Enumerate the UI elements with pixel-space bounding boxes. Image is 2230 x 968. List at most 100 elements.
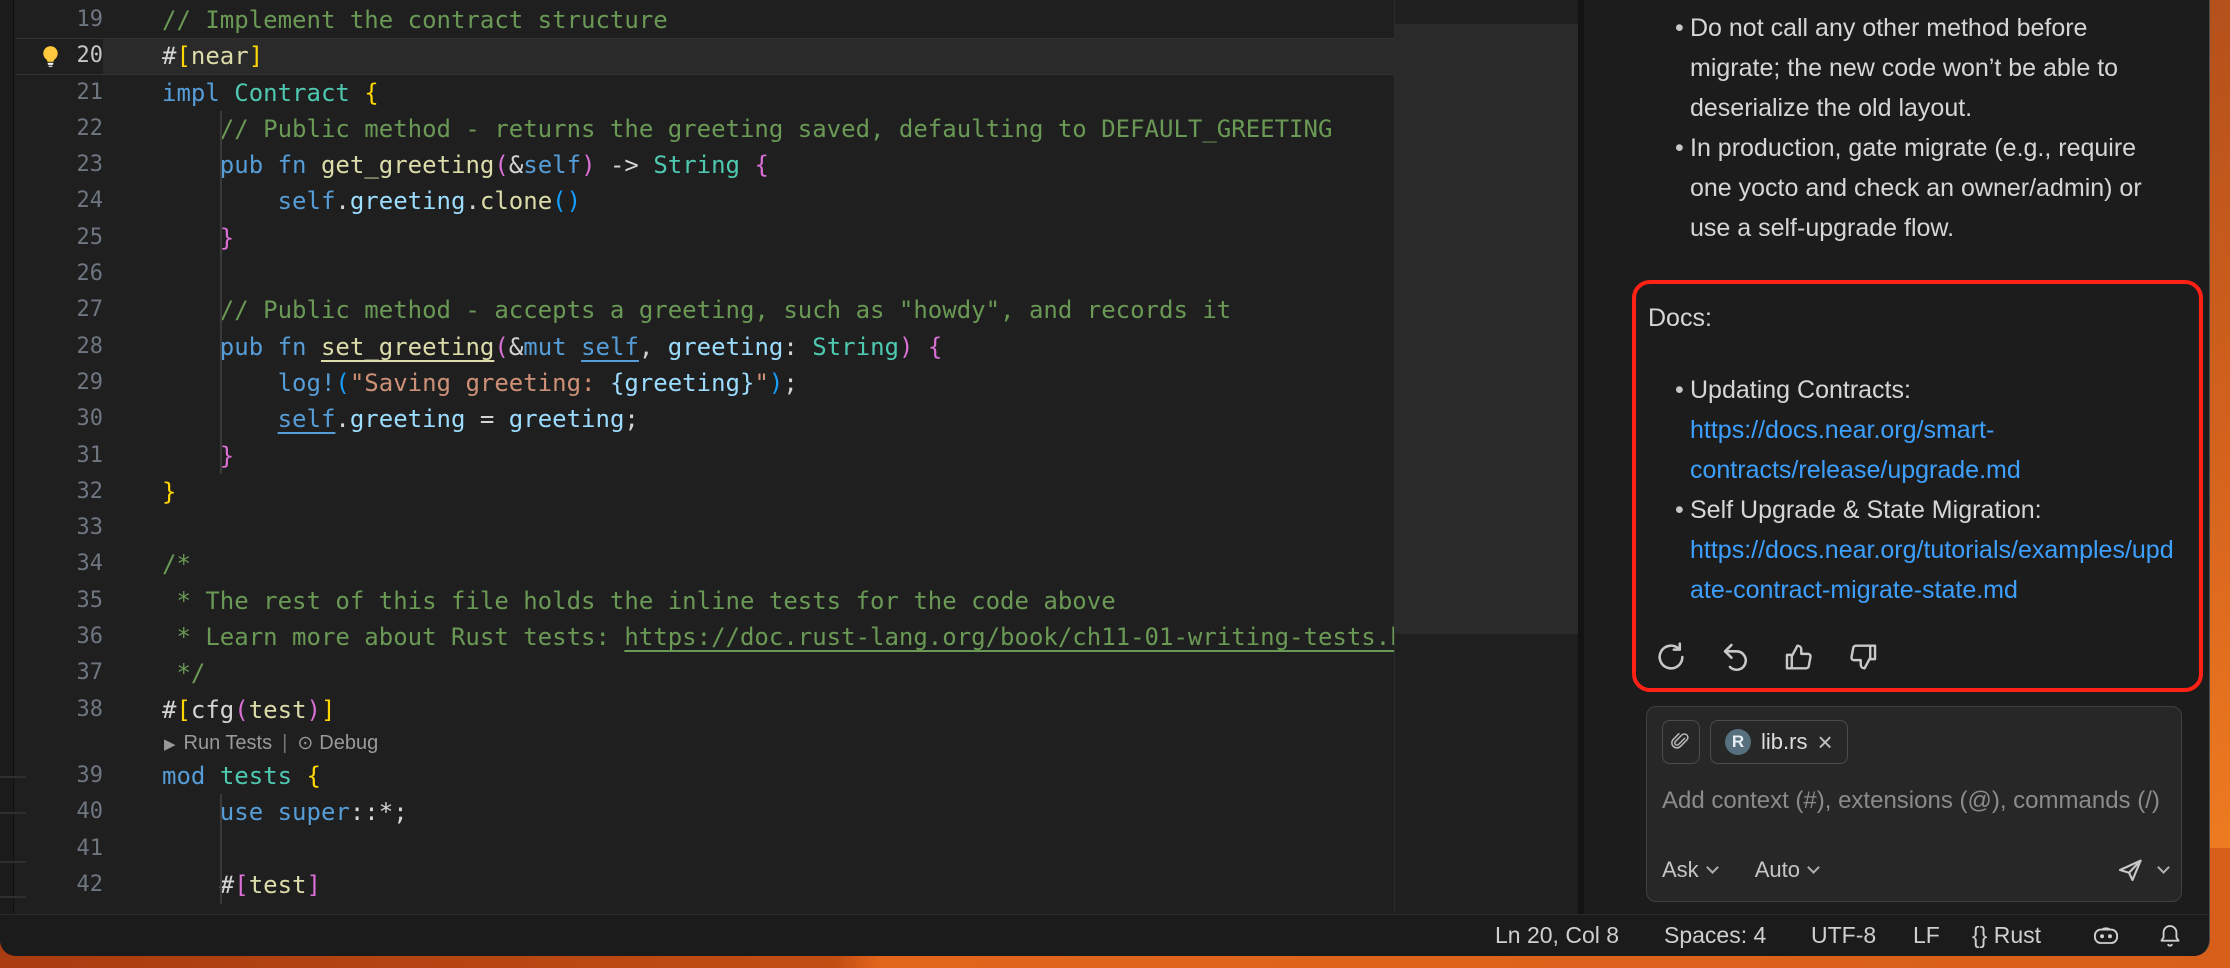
- code-text: }: [103, 220, 1394, 256]
- lightbulb-icon[interactable]: [38, 44, 63, 69]
- chat-bullet: In production, gate migrate (e.g., requi…: [1634, 128, 2164, 248]
- code-line[interactable]: 21impl Contract {: [16, 75, 1394, 111]
- response-actions: [1654, 640, 1880, 674]
- indent-guide: [220, 111, 222, 474]
- line-number: 30: [16, 401, 103, 437]
- cursor-position[interactable]: Ln 20, Col 8: [1495, 915, 1619, 956]
- copilot-icon[interactable]: [2092, 922, 2120, 950]
- codelens-row: ▶ Run Tests | ⊙ Debug: [16, 728, 1394, 758]
- line-number: 35: [16, 583, 103, 619]
- code-text: use super::*;: [103, 794, 1394, 830]
- context-chip-lib-rs[interactable]: R lib.rs ×: [1710, 720, 1848, 764]
- language-mode[interactable]: {} Rust: [1972, 915, 2041, 956]
- line-number: 42: [16, 867, 103, 903]
- chevron-down-icon: [1706, 861, 1719, 874]
- send-options-chevron[interactable]: [2157, 861, 2170, 874]
- chat-bullet-list: Do not call any other method before migr…: [1634, 8, 2164, 248]
- bell-icon[interactable]: [2156, 922, 2184, 950]
- line-number: 31: [16, 438, 103, 474]
- regenerate-icon[interactable]: [1654, 640, 1688, 674]
- red-annotation-box: Docs: Updating Contracts: https://docs.n…: [1632, 280, 2203, 692]
- run-icon[interactable]: ▶: [164, 736, 176, 753]
- line-number: 22: [16, 111, 103, 147]
- code-line[interactable]: 29 log!("Saving greeting: {greeting}");: [16, 365, 1394, 401]
- chat-bullet: Do not call any other method before migr…: [1634, 8, 2164, 128]
- docs-link[interactable]: https://docs.near.org/smart-contracts/re…: [1690, 416, 2021, 484]
- indentation[interactable]: Spaces: 4: [1664, 915, 1766, 956]
- minimap[interactable]: [1394, 0, 1578, 914]
- send-button[interactable]: [2115, 855, 2145, 885]
- minimap-slider[interactable]: [1395, 24, 1578, 634]
- code-line[interactable]: 28 pub fn set_greeting(&mut self, greeti…: [16, 329, 1394, 365]
- rust-icon: R: [1725, 729, 1751, 755]
- thumbs-down-icon[interactable]: [1846, 640, 1880, 674]
- mode-dropdown[interactable]: Ask: [1662, 850, 1717, 890]
- line-number: 24: [16, 183, 103, 219]
- code-line[interactable]: 26: [16, 256, 1394, 292]
- debug-link[interactable]: Debug: [319, 732, 378, 754]
- code-line[interactable]: 25 }: [16, 220, 1394, 256]
- code-line[interactable]: 24 self.greeting.clone(): [16, 183, 1394, 219]
- undo-icon[interactable]: [1718, 640, 1752, 674]
- code-line[interactable]: 32}: [16, 474, 1394, 510]
- docs-label: Updating Contracts:: [1690, 376, 1911, 404]
- eol-sequence[interactable]: LF: [1913, 915, 1940, 956]
- line-number: 41: [16, 831, 103, 867]
- line-number: 33: [16, 510, 103, 546]
- chip-filename: lib.rs: [1761, 722, 1807, 762]
- chat-input-box[interactable]: R lib.rs × Add context (#), extensions (…: [1646, 706, 2182, 902]
- model-label: Auto: [1755, 850, 1800, 890]
- vscode-window: 19// Implement the contract structure20#…: [0, 0, 2210, 956]
- code-line[interactable]: 38#[cfg(test)]: [16, 692, 1394, 728]
- code-text: * Learn more about Rust tests: https://d…: [103, 619, 1394, 655]
- line-number: 37: [16, 655, 103, 691]
- line-number: 23: [16, 147, 103, 183]
- code-line[interactable]: 42 #[test]: [16, 867, 1394, 903]
- code-line[interactable]: 20#[near]: [16, 38, 1394, 74]
- code-line[interactable]: 30 self.greeting = greeting;: [16, 401, 1394, 437]
- code-line[interactable]: 19// Implement the contract structure: [16, 2, 1394, 38]
- code-line[interactable]: 31 }: [16, 438, 1394, 474]
- code-line[interactable]: 37 */: [16, 655, 1394, 691]
- encoding[interactable]: UTF-8: [1811, 915, 1876, 956]
- code-text: }: [103, 474, 1394, 510]
- docs-link-list: Updating Contracts: https://docs.near.or…: [1648, 370, 2187, 610]
- code-line[interactable]: 40 use super::*;: [16, 794, 1394, 830]
- code-line[interactable]: 33: [16, 510, 1394, 546]
- left-edge-panel: [0, 0, 14, 914]
- code-line[interactable]: 22 // Public method - returns the greeti…: [16, 111, 1394, 147]
- thumbs-up-icon[interactable]: [1782, 640, 1816, 674]
- chevron-down-icon: [1807, 861, 1820, 874]
- code-line[interactable]: 34/*: [16, 546, 1394, 582]
- close-icon[interactable]: ×: [1817, 729, 1832, 755]
- model-dropdown[interactable]: Auto: [1755, 850, 1818, 890]
- code-editor[interactable]: 19// Implement the contract structure20#…: [16, 0, 1394, 914]
- code-text: #[test]: [103, 867, 1394, 903]
- line-number: 40: [16, 794, 103, 830]
- code-line[interactable]: 39mod tests {: [16, 758, 1394, 794]
- code-line[interactable]: 36 * Learn more about Rust tests: https:…: [16, 619, 1394, 655]
- code-text: pub fn set_greeting(&mut self, greeting:…: [103, 329, 1394, 365]
- code-line[interactable]: 35 * The rest of this file holds the inl…: [16, 583, 1394, 619]
- code-link[interactable]: https://doc.rust-lang.org/book/ch11-01-w…: [624, 623, 1394, 651]
- code-text: // Public method - returns the greeting …: [103, 111, 1394, 147]
- attach-context-button[interactable]: [1662, 720, 1700, 764]
- code-line[interactable]: 23 pub fn get_greeting(&self) -> String …: [16, 147, 1394, 183]
- docs-item: Updating Contracts: https://docs.near.or…: [1648, 370, 2187, 490]
- line-number: 39: [16, 758, 103, 794]
- separator: |: [282, 732, 287, 754]
- code-text: [103, 831, 1394, 867]
- chat-panel: Do not call any other method before migr…: [1584, 0, 2210, 914]
- code-text: self.greeting = greeting;: [103, 401, 1394, 437]
- mode-label: Ask: [1662, 850, 1699, 890]
- debug-icon[interactable]: ⊙: [297, 733, 313, 754]
- indent-guide: [220, 794, 222, 904]
- code-line[interactable]: 41: [16, 831, 1394, 867]
- chat-input-placeholder[interactable]: Add context (#), extensions (@), command…: [1662, 786, 2164, 816]
- docs-link[interactable]: https://docs.near.org/tutorials/examples…: [1690, 536, 2174, 604]
- run-tests-link[interactable]: Run Tests: [184, 732, 273, 754]
- code-line[interactable]: 27 // Public method - accepts a greeting…: [16, 292, 1394, 328]
- code-text: * The rest of this file holds the inline…: [103, 583, 1394, 619]
- line-number: 32: [16, 474, 103, 510]
- code-text: self.greeting.clone(): [103, 183, 1394, 219]
